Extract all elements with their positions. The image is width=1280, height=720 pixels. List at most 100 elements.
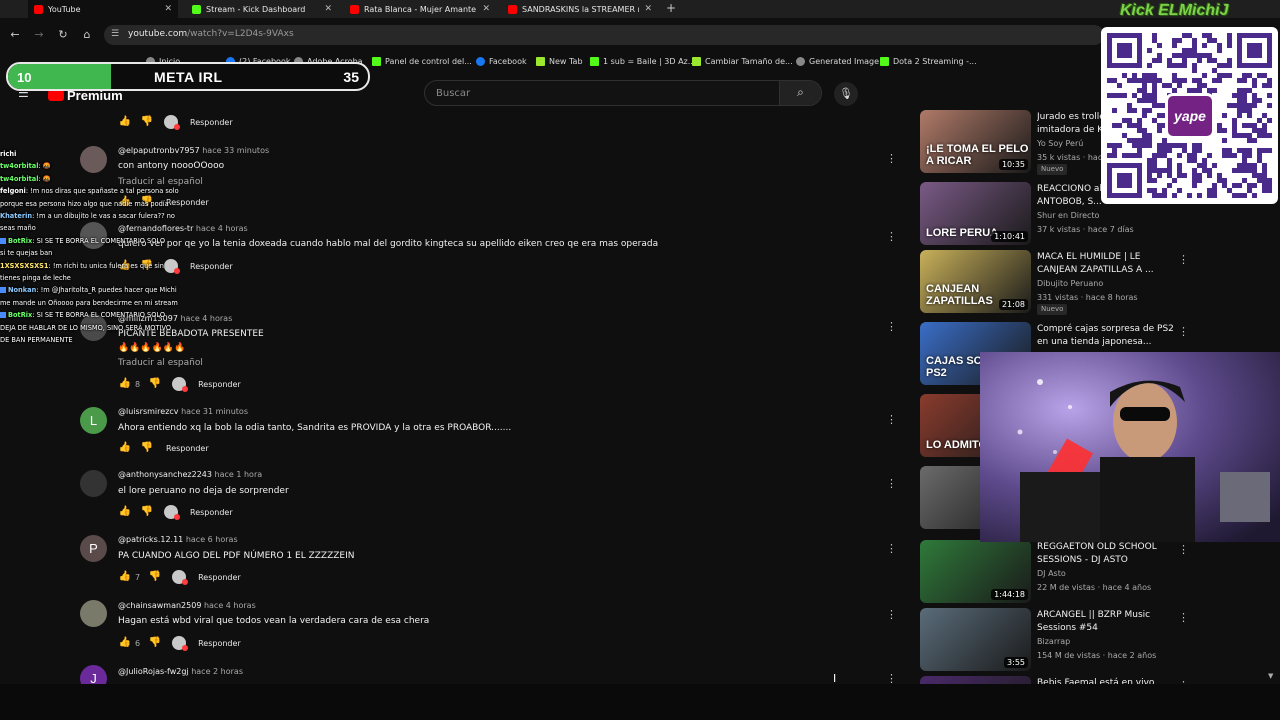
comment-time[interactable]: hace 31 minutos bbox=[181, 407, 248, 416]
comment-author[interactable]: @anthonysanchez2243 bbox=[118, 470, 212, 479]
back-icon[interactable]: ← bbox=[8, 28, 22, 42]
bookmark-generated-image[interactable]: Generated Image bbox=[796, 55, 879, 67]
avatar[interactable] bbox=[80, 600, 107, 627]
related-video-item[interactable]: 3:55 ARCANGEL || BZRP Music Sessions #54 ⋮… bbox=[918, 608, 1280, 672]
comment-time[interactable]: hace 4 horas bbox=[196, 224, 248, 233]
translate-link[interactable]: Traducir al español bbox=[118, 358, 203, 368]
qr-module bbox=[1247, 183, 1252, 188]
dislike-icon[interactable]: 👎 bbox=[148, 377, 162, 391]
dislike-icon[interactable]: 👎 bbox=[140, 441, 154, 455]
video-thumbnail[interactable]: 1:44:18 bbox=[920, 540, 1031, 603]
reply-button[interactable]: Responder bbox=[198, 639, 241, 648]
video-channel[interactable]: DJ Asto bbox=[1037, 569, 1066, 578]
video-title[interactable]: ARCANGEL || BZRP Music Sessions #54 bbox=[1037, 609, 1175, 635]
voice-search-button[interactable]: 🎙 bbox=[834, 82, 858, 106]
forward-icon[interactable]: → bbox=[32, 28, 46, 42]
video-thumbnail[interactable]: ¡LE TOMA EL PELO A RICAR 10:35 bbox=[920, 110, 1031, 173]
comment-author[interactable]: @JulioRojas-fw2gj bbox=[118, 667, 189, 676]
qr-module bbox=[1112, 108, 1117, 113]
search-input[interactable] bbox=[425, 81, 781, 105]
comment-author[interactable]: @patricks.12.11 bbox=[118, 535, 183, 544]
avatar[interactable] bbox=[80, 470, 107, 497]
more-options-icon[interactable]: ⋮ bbox=[1178, 543, 1189, 556]
more-options-icon[interactable]: ⋮ bbox=[1178, 611, 1189, 624]
home-icon[interactable]: ⌂ bbox=[80, 28, 94, 42]
comment-time[interactable]: hace 1 hora bbox=[215, 470, 263, 479]
bookmark-dota[interactable]: Dota 2 Streaming -... bbox=[880, 55, 977, 67]
comment-time[interactable]: hace 33 minutos bbox=[202, 146, 269, 155]
more-options-icon[interactable]: ⋮ bbox=[886, 230, 897, 244]
bookmark-baile[interactable]: 1 sub = Baile | 3D Az... bbox=[590, 55, 695, 67]
video-title[interactable]: Bebis Faemal está en vivo en... bbox=[1037, 677, 1175, 684]
tab-youtube[interactable]: YouTube ✕ bbox=[28, 0, 178, 18]
reply-button[interactable]: Responder bbox=[190, 508, 233, 517]
like-icon[interactable]: 👍 bbox=[118, 115, 132, 129]
video-channel[interactable]: Yo Soy Perú bbox=[1037, 139, 1083, 148]
like-icon[interactable]: 👍 bbox=[118, 505, 132, 519]
video-thumbnail[interactable]: CANJEAN ZAPATILLAS 21:08 bbox=[920, 250, 1031, 313]
tab-rata-blanca[interactable]: Rata Blanca - Mujer Amante - Y ✕ bbox=[344, 0, 496, 18]
more-options-icon[interactable]: ⋮ bbox=[886, 542, 897, 556]
related-video-item[interactable]: CANJEAN ZAPATILLAS 21:08 MACA EL HUMILDE |… bbox=[918, 250, 1280, 315]
qr-module bbox=[1267, 183, 1272, 188]
more-options-icon[interactable]: ⋮ bbox=[886, 608, 897, 622]
more-options-icon[interactable]: ⋮ bbox=[1178, 325, 1189, 338]
reply-button[interactable]: Responder bbox=[198, 380, 241, 389]
more-options-icon[interactable]: ⋮ bbox=[886, 320, 897, 334]
video-title[interactable]: MACA EL HUMILDE | LE CANJEAN ZAPATILLAS … bbox=[1037, 251, 1175, 277]
reply-button[interactable]: Responder bbox=[198, 573, 241, 582]
close-icon[interactable]: ✕ bbox=[324, 4, 332, 14]
more-options-icon[interactable]: ⋮ bbox=[886, 477, 897, 491]
video-channel[interactable]: Shur en Directo bbox=[1037, 211, 1099, 220]
reply-button[interactable]: Responder bbox=[190, 118, 233, 127]
reply-button[interactable]: Responder bbox=[166, 444, 209, 453]
dislike-icon[interactable]: 👎 bbox=[148, 570, 162, 584]
dislike-icon[interactable]: 👎 bbox=[148, 636, 162, 650]
comment-time[interactable]: hace 6 horas bbox=[186, 535, 238, 544]
scroll-down-icon[interactable]: ▼ bbox=[1268, 672, 1273, 680]
more-options-icon[interactable]: ⋮ bbox=[886, 672, 897, 684]
tab-kick-dashboard[interactable]: Stream - Kick Dashboard ✕ bbox=[186, 0, 338, 18]
avatar[interactable]: P bbox=[80, 535, 107, 562]
more-options-icon[interactable]: ⋮ bbox=[886, 413, 897, 427]
video-thumbnail[interactable] bbox=[920, 676, 1031, 684]
dislike-icon[interactable]: 👎 bbox=[140, 505, 154, 519]
related-video-item[interactable]: 1:44:18 REGGAETON OLD SCHOOL SESSIONS - D… bbox=[918, 540, 1280, 604]
video-title[interactable]: REGGAETON OLD SCHOOL SESSIONS - DJ ASTO bbox=[1037, 541, 1175, 567]
reload-icon[interactable]: ↻ bbox=[56, 28, 70, 42]
related-video-item[interactable]: Bebis Faemal está en vivo en...⋮ bbox=[918, 676, 1280, 684]
address-bar[interactable]: ☰ youtube.com/watch?v=L2D4s-9VAxs bbox=[104, 25, 1104, 45]
video-thumbnail[interactable]: LORE PERUA 1:10:41 bbox=[920, 182, 1031, 245]
close-icon[interactable]: ✕ bbox=[644, 4, 652, 14]
like-icon[interactable]: 👍 bbox=[118, 636, 132, 650]
site-info-icon[interactable]: ☰ bbox=[111, 29, 122, 40]
bookmark-cambiar-tamano[interactable]: Cambiar Tamaño de... bbox=[692, 55, 793, 67]
close-icon[interactable]: ✕ bbox=[164, 4, 172, 14]
avatar[interactable]: L bbox=[80, 407, 107, 434]
search-button[interactable]: ⌕ bbox=[779, 81, 821, 105]
dislike-icon[interactable]: 👎 bbox=[140, 115, 154, 129]
video-channel[interactable]: Bizarrap bbox=[1037, 637, 1070, 646]
bookmark-panel-control[interactable]: Panel de control del... bbox=[372, 55, 472, 67]
video-meta: 22 M de vistas · hace 4 años bbox=[1037, 583, 1152, 592]
comment-time[interactable]: hace 2 horas bbox=[191, 667, 243, 676]
more-options-icon[interactable]: ⋮ bbox=[886, 152, 897, 166]
bookmark-new-tab[interactable]: New Tab bbox=[536, 55, 583, 67]
bookmark-facebook[interactable]: Facebook bbox=[476, 55, 527, 67]
video-thumbnail[interactable]: 3:55 bbox=[920, 608, 1031, 671]
qr-module bbox=[1252, 173, 1257, 178]
tab-sandraskins[interactable]: SANDRASKINS la STREAMER m ✕ bbox=[502, 0, 658, 18]
like-icon[interactable]: 👍 bbox=[118, 441, 132, 455]
comment-author[interactable]: @chainsawman2509 bbox=[118, 601, 201, 610]
new-tab-button[interactable]: + bbox=[664, 0, 678, 18]
qr-module bbox=[1182, 33, 1187, 38]
comment-author[interactable]: @luisrsmirezcv bbox=[118, 407, 179, 416]
like-icon[interactable]: 👍 bbox=[118, 377, 132, 391]
close-icon[interactable]: ✕ bbox=[482, 4, 490, 14]
comment-time[interactable]: hace 4 horas bbox=[204, 601, 256, 610]
avatar[interactable]: J bbox=[80, 665, 107, 684]
like-icon[interactable]: 👍 bbox=[118, 570, 132, 584]
video-title[interactable]: Compré cajas sorpresa de PS2 en una tien… bbox=[1037, 323, 1175, 349]
video-channel[interactable]: Dibujito Peruano bbox=[1037, 279, 1103, 288]
more-options-icon[interactable]: ⋮ bbox=[1178, 253, 1189, 266]
